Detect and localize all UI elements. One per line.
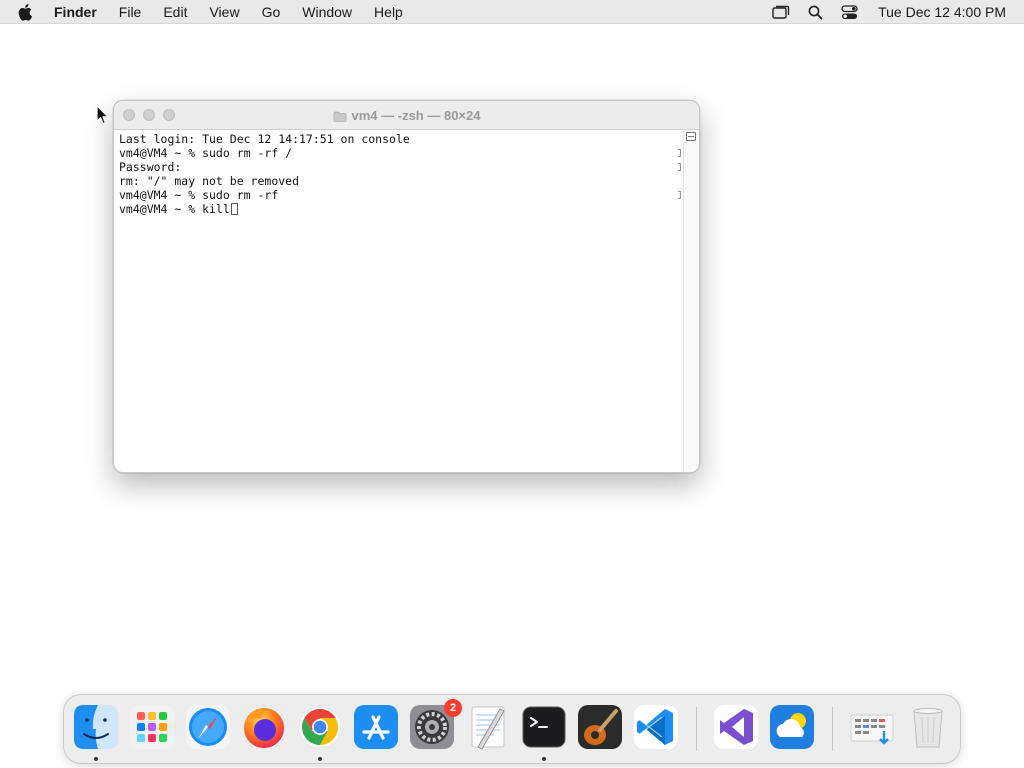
terminal-icon — [522, 706, 566, 748]
running-indicator — [542, 757, 546, 761]
menu-bar: Finder File Edit View Go Window Help Tue… — [0, 0, 1024, 24]
dock-textedit[interactable] — [464, 703, 512, 751]
running-indicator — [94, 757, 98, 761]
folder-icon — [333, 110, 347, 122]
dock-system-settings[interactable]: 2 — [408, 699, 462, 751]
dock-launchpad[interactable] — [128, 703, 176, 751]
dock: 2 — [63, 694, 961, 764]
terminal-line: Password: — [119, 160, 182, 174]
command-mark — [678, 163, 681, 171]
terminal-current-prompt: vm4@VM4 ~ % kill — [119, 202, 230, 216]
minimize-button[interactable] — [143, 109, 155, 121]
launchpad-icon — [130, 705, 174, 749]
split-pane-button[interactable] — [686, 132, 696, 141]
dock-separator — [832, 707, 833, 751]
dock-finder[interactable] — [72, 703, 120, 751]
dock-vscode[interactable] — [632, 703, 680, 751]
running-indicator — [318, 757, 322, 761]
text-cursor — [230, 203, 238, 215]
dock-visual-studio[interactable] — [712, 703, 760, 751]
menu-app-name[interactable]: Finder — [54, 4, 97, 20]
close-button[interactable] — [123, 109, 135, 121]
dock-weather[interactable] — [768, 703, 816, 751]
menu-help[interactable]: Help — [374, 4, 403, 20]
textedit-icon — [471, 706, 505, 750]
window-controls — [123, 109, 183, 121]
window-title-text: vm4 — -zsh — 80×24 — [351, 107, 481, 123]
app-store-icon — [354, 705, 398, 749]
scrollbar[interactable] — [683, 130, 699, 472]
menu-edit[interactable]: Edit — [163, 4, 187, 20]
downloads-stack-icon — [850, 714, 894, 745]
menu-go[interactable]: Go — [262, 4, 281, 20]
chrome-icon — [300, 707, 340, 747]
dock-app-store[interactable] — [352, 703, 400, 751]
menu-view[interactable]: View — [209, 4, 239, 20]
dock-chrome[interactable] — [296, 703, 344, 751]
menu-window[interactable]: Window — [302, 4, 352, 20]
terminal-line: vm4@VM4 ~ % sudo rm -rf / — [119, 146, 293, 160]
finder-icon — [74, 705, 118, 749]
dock-safari[interactable] — [184, 703, 232, 751]
safari-icon — [186, 705, 230, 749]
visual-studio-icon — [714, 705, 758, 749]
zoom-button[interactable] — [163, 109, 175, 121]
dock-guitar-app[interactable] — [576, 703, 624, 751]
terminal-input-line[interactable]: vm4@VM4 ~ % kill — [119, 202, 678, 216]
menu-bar-status-area: Tue Dec 12 4:00 PM — [754, 0, 1006, 24]
mouse-pointer-icon — [96, 105, 110, 125]
window-titlebar[interactable]: vm4 — -zsh — 80×24 — [114, 101, 699, 130]
menu-file[interactable]: File — [119, 4, 142, 20]
window-title: vm4 — -zsh — 80×24 — [114, 108, 699, 123]
terminal-line: vm4@VM4 ~ % sudo rm -rf — [119, 188, 279, 202]
weather-icon — [770, 705, 814, 749]
screen-mirroring-icon[interactable] — [772, 5, 790, 20]
terminal-window: vm4 — -zsh — 80×24 Last login: Tue Dec 1… — [113, 100, 700, 473]
vscode-icon — [634, 705, 678, 749]
dock-trash[interactable] — [904, 703, 952, 751]
menu-bar-clock[interactable]: Tue Dec 12 4:00 PM — [878, 4, 1006, 20]
command-mark — [678, 149, 681, 157]
terminal-line: rm: "/" may not be removed — [119, 174, 300, 188]
trash-icon — [913, 708, 943, 748]
dock-downloads[interactable] — [848, 703, 896, 751]
dock-firefox[interactable] — [240, 703, 288, 751]
dock-separator — [696, 707, 697, 751]
control-center-icon[interactable] — [841, 4, 858, 20]
firefox-icon — [244, 708, 284, 748]
notification-badge: 2 — [444, 699, 462, 717]
dock-terminal[interactable] — [520, 703, 568, 751]
terminal-line: Last login: Tue Dec 12 14:17:51 on conso… — [119, 132, 410, 146]
guitar-icon — [578, 705, 622, 749]
spotlight-search-icon[interactable] — [808, 5, 823, 20]
terminal-output[interactable]: Last login: Tue Dec 12 14:17:51 on conso… — [114, 130, 683, 472]
command-mark — [678, 191, 681, 199]
apple-logo-icon[interactable] — [18, 3, 36, 21]
